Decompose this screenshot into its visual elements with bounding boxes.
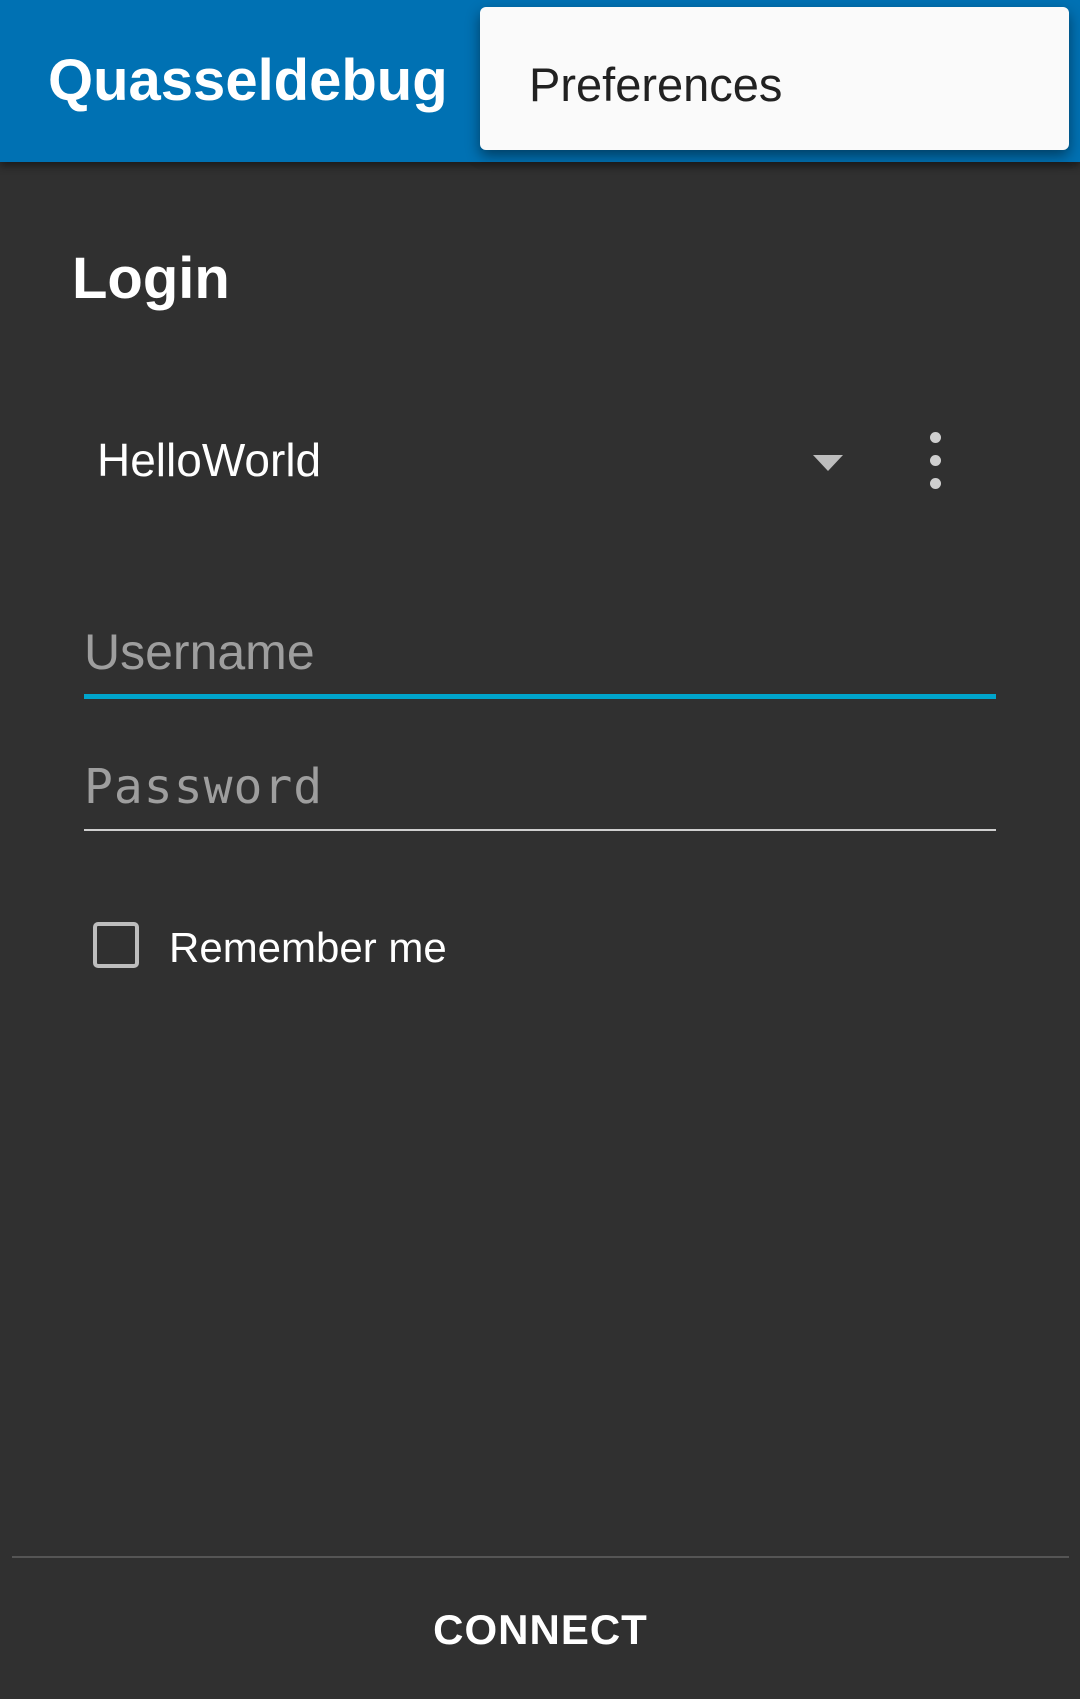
more-vert-icon: [930, 432, 941, 443]
password-input[interactable]: [84, 745, 996, 831]
bottom-divider: [12, 1556, 1069, 1558]
connect-button[interactable]: CONNECT: [12, 1560, 1069, 1699]
app-root: Quasseldebug Preferences Login HelloWorl…: [0, 0, 1080, 1699]
remember-me-checkbox[interactable]: [93, 922, 139, 968]
more-vert-icon: [930, 455, 941, 466]
overflow-popup-menu: Preferences: [480, 7, 1069, 150]
account-spinner[interactable]: HelloWorld: [78, 420, 858, 500]
account-options-button[interactable]: [906, 420, 966, 500]
toolbar-title: Quasseldebug: [48, 48, 448, 113]
menu-item-preferences[interactable]: Preferences: [529, 57, 782, 113]
account-selected-value: HelloWorld: [97, 434, 322, 486]
password-field-container: [84, 745, 996, 835]
more-vert-icon: [930, 478, 941, 489]
username-field-container: [84, 610, 996, 700]
remember-me-row[interactable]: Remember me: [93, 920, 593, 976]
login-title: Login: [72, 246, 230, 311]
username-input[interactable]: [84, 610, 996, 699]
dropdown-arrow-icon: [813, 455, 843, 471]
remember-me-label: Remember me: [169, 924, 447, 971]
